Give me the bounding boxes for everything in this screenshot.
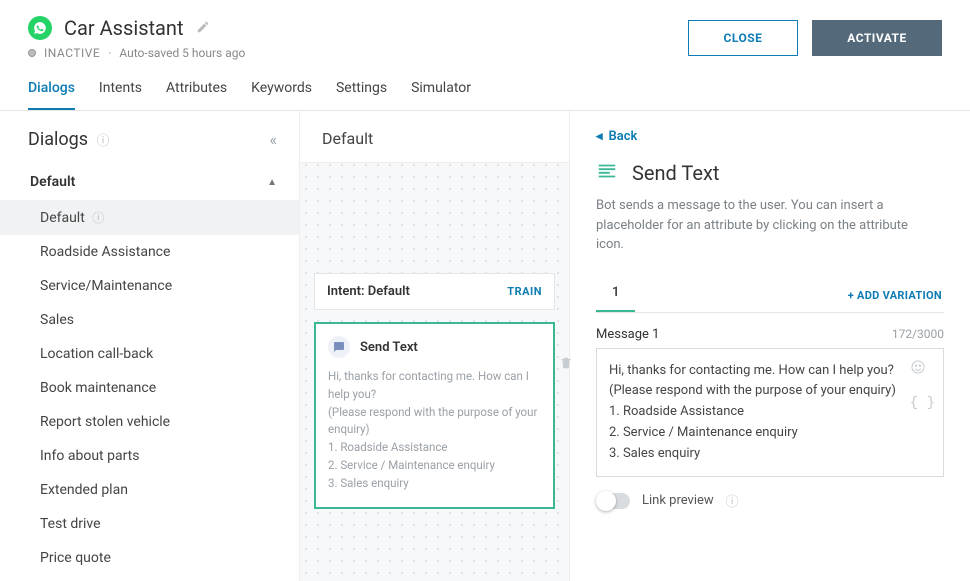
- autosave-label: Auto-saved 5 hours ago: [119, 46, 245, 60]
- sidebar-item-price[interactable]: Price quote: [0, 541, 299, 575]
- link-preview-label: Link preview: [642, 493, 714, 508]
- sidebar-item-roadside[interactable]: Roadside Assistance: [0, 235, 299, 269]
- chevron-up-icon: ▲: [267, 177, 277, 188]
- sidebar-item-location[interactable]: Location call-back: [0, 337, 299, 371]
- panel-title: Send Text: [632, 161, 719, 185]
- panel-desc: Bot sends a message to the user. You can…: [596, 196, 936, 255]
- train-button[interactable]: TRAIN: [507, 285, 542, 298]
- send-text-panel-icon: [596, 160, 618, 186]
- canvas: Default Intent: Default TRAIN Send Text …: [300, 111, 570, 581]
- node-body: Hi, thanks for contacting me. How can I …: [328, 368, 541, 493]
- intent-label: Intent: Default: [327, 284, 410, 299]
- info-icon[interactable]: ⓘ: [97, 134, 110, 149]
- send-text-icon: [328, 336, 350, 358]
- sidebar-item-book[interactable]: Book maintenance: [0, 371, 299, 405]
- char-count: 172/3000: [892, 327, 944, 342]
- sidebar-item-testdrive[interactable]: Test drive: [0, 507, 299, 541]
- tab-keywords[interactable]: Keywords: [251, 70, 312, 110]
- sidebar-item-default[interactable]: Default ⓘ: [0, 200, 299, 235]
- tab-simulator[interactable]: Simulator: [411, 70, 471, 110]
- status-label: INACTIVE: [44, 46, 100, 60]
- back-button[interactable]: ◂ Back: [596, 129, 944, 144]
- sidebar-item-stolen[interactable]: Report stolen vehicle: [0, 405, 299, 439]
- tab-settings[interactable]: Settings: [336, 70, 387, 110]
- status-dot: [28, 49, 36, 57]
- delete-icon[interactable]: [559, 355, 573, 374]
- collapse-icon[interactable]: «: [269, 130, 277, 149]
- intent-card[interactable]: Intent: Default TRAIN: [314, 273, 555, 310]
- sidebar-item-parts[interactable]: Info about parts: [0, 439, 299, 473]
- activate-button[interactable]: ACTIVATE: [812, 20, 942, 56]
- sidebar-item-sales[interactable]: Sales: [0, 303, 299, 337]
- info-icon: ⓘ: [92, 211, 104, 225]
- node-title: Send Text: [360, 340, 418, 355]
- message-input[interactable]: Hi, thanks for contacting me. How can I …: [596, 348, 944, 478]
- group-default[interactable]: Default ▲: [0, 164, 299, 200]
- variation-tab-1[interactable]: 1: [596, 275, 635, 312]
- close-button[interactable]: CLOSE: [688, 20, 798, 56]
- sidebar-item-service[interactable]: Service/Maintenance: [0, 269, 299, 303]
- main-tabs: Dialogs Intents Attributes Keywords Sett…: [0, 70, 970, 111]
- sidebar-item-extended[interactable]: Extended plan: [0, 473, 299, 507]
- edit-icon[interactable]: [196, 19, 210, 38]
- canvas-title: Default: [322, 129, 549, 148]
- sidebar-item-finance[interactable]: Versatility finance: [0, 575, 299, 581]
- sidebar: Dialogs ⓘ « Default ▲ Default ⓘ Roadside…: [0, 111, 300, 581]
- tab-intents[interactable]: Intents: [99, 70, 142, 110]
- tab-dialogs[interactable]: Dialogs: [28, 70, 75, 110]
- add-variation-button[interactable]: + ADD VARIATION: [846, 279, 944, 312]
- info-icon[interactable]: ⓘ: [726, 491, 739, 510]
- send-text-node[interactable]: Send Text Hi, thanks for contacting me. …: [314, 322, 555, 509]
- tab-attributes[interactable]: Attributes: [166, 70, 227, 110]
- header: Car Assistant INACTIVE · Auto-saved 5 ho…: [0, 0, 970, 70]
- link-preview-toggle[interactable]: [596, 493, 630, 509]
- sidebar-title: Dialogs: [28, 129, 88, 150]
- app-title: Car Assistant: [64, 16, 184, 40]
- right-panel: ◂ Back Send Text Bot sends a message to …: [570, 111, 970, 581]
- message-label: Message 1: [596, 327, 659, 342]
- emoji-icon[interactable]: [910, 359, 935, 383]
- group-label: Default: [30, 174, 75, 190]
- chevron-left-icon: ◂: [596, 129, 603, 144]
- attribute-icon[interactable]: { }: [910, 392, 935, 414]
- whatsapp-icon: [28, 16, 52, 40]
